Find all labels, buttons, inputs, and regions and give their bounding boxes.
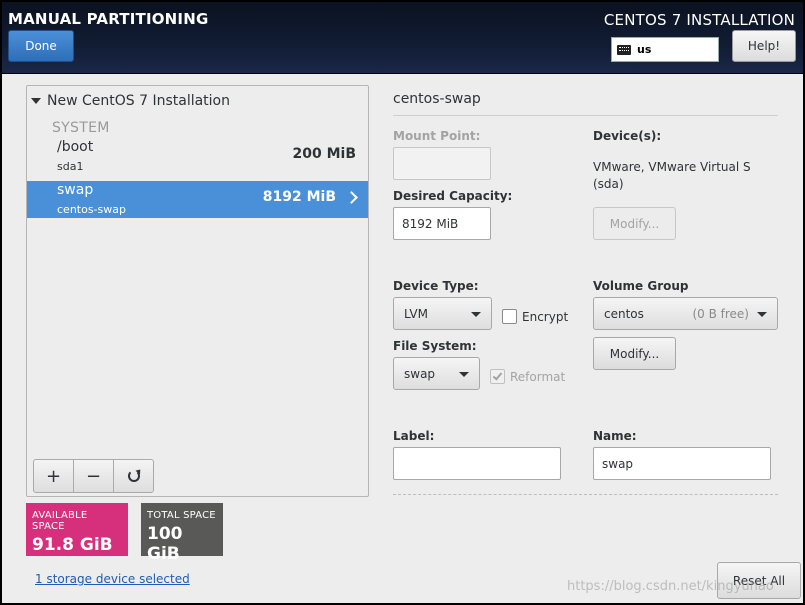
help-button[interactable]: Help! [732,30,796,62]
chevron-down-icon [471,312,481,317]
desired-capacity-field[interactable]: 8192 MiB [393,207,491,240]
total-space-box: TOTAL SPACE 100 GiB [141,503,223,564]
remove-partition-button[interactable]: − [73,459,114,493]
keyboard-icon [617,44,631,55]
volume-group-free: (0 B free) [692,307,749,321]
label-field-label: Label: [393,429,435,443]
name-field-label: Name: [593,429,637,443]
total-space-label: TOTAL SPACE [147,510,216,521]
installation-label: New CentOS 7 Installation [47,93,230,109]
storage-devices-link[interactable]: 1 storage device selected [35,572,190,586]
partition-row-boot[interactable]: /boot sda1 200 MiB [27,138,368,175]
volume-group-label: Volume Group [593,279,689,293]
partition-row-swap[interactable]: swap centos-swap 8192 MiB [27,181,368,218]
reformat-label: Reformat [510,369,566,384]
chevron-down-icon [757,312,767,317]
encrypt-label: Encrypt [522,309,569,324]
title-divider [393,115,778,116]
volume-group-value: centos [604,306,644,321]
selected-partition-title: centos-swap [393,91,481,107]
partition-size: 8192 MiB [262,189,336,205]
installation-expander[interactable]: New CentOS 7 Installation [31,93,230,109]
available-space-box: AVAILABLE SPACE 91.8 GiB [26,503,128,556]
devices-label: Device(s): [593,129,662,143]
reformat-checkbox: Reformat [490,369,565,384]
keyboard-layout-indicator[interactable]: us [611,37,719,62]
expander-triangle-icon [31,98,41,104]
partition-list-panel: New CentOS 7 Installation SYSTEM /boot s… [26,85,369,497]
available-space-value: 91.8 GiB [32,535,113,555]
device-type-label: Device Type: [393,279,479,293]
devices-description: VMware, VMware Virtual S (sda) [593,159,751,193]
total-space-value: 100 GiB [147,524,183,564]
label-field[interactable] [393,447,561,480]
add-partition-button[interactable]: + [33,459,74,493]
chevron-down-icon [459,372,469,377]
partition-size: 200 MiB [292,146,357,162]
devices-modify-button[interactable]: Modify... [593,207,676,240]
mount-point-label: Mount Point: [393,129,481,143]
done-button[interactable]: Done [8,30,74,62]
partition-name: swap [57,182,94,198]
file-system-dropdown[interactable]: swap [393,357,480,390]
checkmark-icon [492,370,503,381]
installer-window: MANUAL PARTITIONING Done CENTOS 7 INSTAL… [2,2,803,603]
checkbox-box [502,309,517,324]
available-space-label: AVAILABLE SPACE [32,510,88,532]
section-divider [393,494,778,495]
volume-group-dropdown[interactable]: centos (0 B free) [593,297,778,330]
keyboard-layout-label: us [637,43,652,56]
system-section-label: SYSTEM [52,120,110,136]
devices-line-1: VMware, VMware Virtual S [593,160,751,174]
header-bar: MANUAL PARTITIONING Done CENTOS 7 INSTAL… [2,2,803,74]
file-system-value: swap [404,366,436,381]
page-title: MANUAL PARTITIONING [8,10,209,28]
volume-group-modify-button[interactable]: Modify... [593,337,676,370]
refresh-icon [127,470,140,482]
file-system-label: File System: [393,339,477,353]
encrypt-checkbox[interactable]: Encrypt [502,309,568,324]
partition-toolbar: + − [33,459,154,493]
chevron-right-icon [345,191,358,204]
product-title: CENTOS 7 INSTALLATION [603,11,795,29]
mount-point-field [393,147,491,180]
name-field[interactable]: swap [593,447,771,480]
device-type-value: LVM [404,306,428,321]
device-type-dropdown[interactable]: LVM [393,297,492,330]
partition-device: centos-swap [57,203,126,216]
partition-device: sda1 [57,160,84,173]
checkbox-box [490,369,505,384]
refresh-button[interactable] [113,459,154,493]
partition-name: /boot [57,139,94,155]
reset-all-button[interactable]: Reset All [717,562,801,599]
devices-line-2: (sda) [593,177,624,191]
desired-capacity-label: Desired Capacity: [393,189,513,203]
